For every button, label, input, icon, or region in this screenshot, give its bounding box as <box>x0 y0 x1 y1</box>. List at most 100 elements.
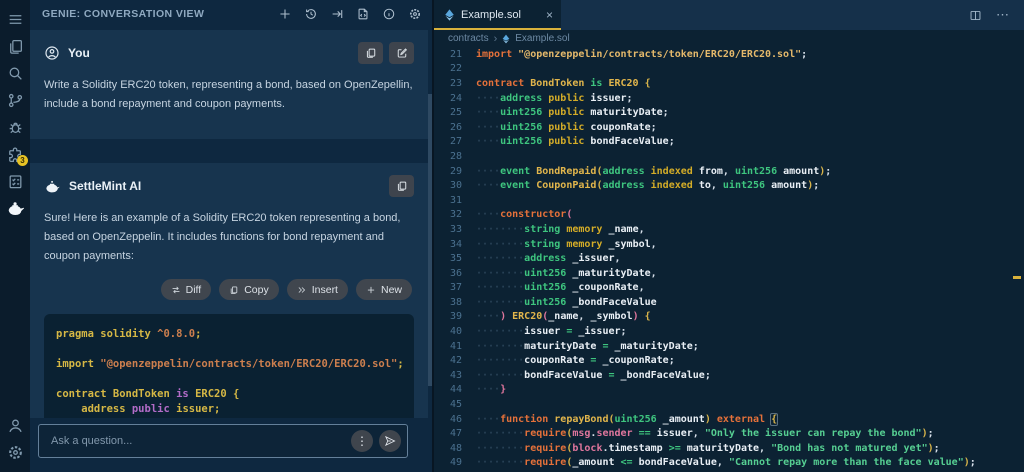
code-editor: Example.sol × ⋯ contracts › Example.sol … <box>432 0 1024 472</box>
editor-code-line: 42········couponRate = _couponRate; <box>434 353 1024 368</box>
solidity-file-icon <box>502 34 510 44</box>
history-icon[interactable] <box>303 7 318 22</box>
editor-code-line: 24····address public issuer; <box>434 91 1024 106</box>
user-message-card: You Write a Solidity ERC20 token, repres… <box>30 30 428 139</box>
editor-tab-bar: Example.sol × ⋯ <box>434 0 1024 30</box>
activity-bar-bottom <box>0 412 30 466</box>
panel-header: GENIE: CONVERSATION VIEW <box>30 0 432 28</box>
editor-code-line: 26····uint256 public couponRate; <box>434 120 1024 135</box>
editor-code-line: 49········require(_amount <= bondFaceVal… <box>434 456 1024 471</box>
editor-code-line: 37········uint256 _couponRate, <box>434 281 1024 296</box>
question-input[interactable] <box>49 434 345 448</box>
editor-code-line: 41········maturityDate = _maturityDate; <box>434 339 1024 354</box>
editor-code-line: 31 <box>434 193 1024 208</box>
source-control-icon[interactable] <box>0 87 30 114</box>
panel-settings-icon[interactable] <box>407 7 422 22</box>
ai-message-card: SettleMint AI Sure! Here is an example o… <box>30 163 428 418</box>
ai-author-label: SettleMint AI <box>69 179 141 193</box>
checklist-icon[interactable] <box>0 168 30 195</box>
editor-actions: ⋯ <box>969 0 1024 30</box>
editor-code-line: 27····uint256 public bondFaceValue; <box>434 135 1024 150</box>
plus-icon <box>366 285 376 295</box>
user-message-actions <box>358 42 414 64</box>
tab-close-icon[interactable]: × <box>546 9 553 21</box>
editor-code-line: 46····function repayBond(uint256 _amount… <box>434 412 1024 427</box>
extensions-badge: 3 <box>17 155 28 166</box>
edit-message-icon[interactable] <box>389 42 414 64</box>
tab-example-sol[interactable]: Example.sol × <box>434 0 561 30</box>
settings-gear-icon[interactable] <box>0 439 30 466</box>
solidity-file-icon <box>444 9 455 21</box>
editor-code-line: 21import "@openzeppelin/contracts/token/… <box>434 47 1024 62</box>
chat-code-line: contract BondToken is ERC20 { <box>56 387 402 402</box>
chat-code-block[interactable]: pragma solidity ^0.8.0; import "@openzepp… <box>44 314 414 418</box>
ai-message-text: Sure! Here is an example of a Solidity E… <box>44 209 414 266</box>
editor-code-line: 43········bondFaceValue = _bondFaceValue… <box>434 368 1024 383</box>
activity-bar: 3 <box>0 0 30 472</box>
file-code-icon[interactable] <box>355 7 370 22</box>
insert-button[interactable]: Insert <box>287 279 348 300</box>
editor-code-line: 35········address _issuer, <box>434 251 1024 266</box>
panel-header-actions <box>277 7 422 22</box>
editor-code-line: 36········uint256 _maturityDate, <box>434 266 1024 281</box>
editor-code-area[interactable]: 21import "@openzeppelin/contracts/token/… <box>434 47 1024 472</box>
copy-icon <box>229 285 239 295</box>
editor-code-line: 34········string memory _symbol, <box>434 237 1024 252</box>
more-actions-icon[interactable]: ⋯ <box>996 7 1010 23</box>
user-message-text: Write a Solidity ERC20 token, representi… <box>44 76 414 114</box>
chevron-right-icon: › <box>494 33 498 45</box>
editor-code-line: 22 <box>434 62 1024 77</box>
editor-code-line: 44····} <box>434 383 1024 398</box>
user-author-label: You <box>68 46 90 60</box>
editor-code-line: 40········issuer = _issuer; <box>434 324 1024 339</box>
extensions-icon[interactable]: 3 <box>0 141 30 168</box>
genie-conversation-panel: GENIE: CONVERSATION VIEW You <box>30 0 432 472</box>
breadcrumb-file[interactable]: Example.sol <box>515 33 569 44</box>
menu-icon[interactable] <box>0 6 30 33</box>
explorer-files-icon[interactable] <box>0 33 30 60</box>
chat-code-line: uint256 public maturityDate; <box>56 417 402 418</box>
editor-code-line: 33········string memory _name, <box>434 222 1024 237</box>
debug-icon[interactable] <box>0 114 30 141</box>
split-editor-icon[interactable] <box>969 9 982 22</box>
overview-ruler-mark <box>1013 276 1021 279</box>
insert-icon <box>297 285 307 295</box>
user-avatar-icon <box>44 45 60 61</box>
send-icon[interactable] <box>379 430 401 452</box>
breadcrumb[interactable]: contracts › Example.sol <box>434 30 1024 47</box>
tab-label: Example.sol <box>461 9 521 21</box>
panel-title: GENIE: CONVERSATION VIEW <box>42 8 204 20</box>
export-icon[interactable] <box>329 7 344 22</box>
chat-input-row: ⋮ <box>30 418 432 472</box>
breadcrumb-folder[interactable]: contracts <box>448 33 489 44</box>
info-icon[interactable] <box>381 7 396 22</box>
conversation-messages: You Write a Solidity ERC20 token, repres… <box>30 28 432 418</box>
search-icon[interactable] <box>0 60 30 87</box>
copy-button[interactable]: Copy <box>219 279 279 300</box>
diff-button[interactable]: Diff <box>161 279 212 300</box>
editor-code-line: 39····) ERC20(_name, _symbol) { <box>434 310 1024 325</box>
ai-message-header: SettleMint AI <box>44 175 414 197</box>
user-message-header: You <box>44 42 414 64</box>
editor-code-line: 29····event BondRepaid(address indexed f… <box>434 164 1024 179</box>
new-button[interactable]: New <box>356 279 412 300</box>
editor-code-line: 23contract BondToken is ERC20 { <box>434 76 1024 91</box>
chat-code-line: address public issuer; <box>56 402 402 417</box>
code-action-buttons: Diff Copy Insert New <box>44 279 414 300</box>
copy-response-icon[interactable] <box>389 175 414 197</box>
editor-code-line: 32····constructor( <box>434 208 1024 223</box>
genie-lamp-icon[interactable] <box>0 195 30 222</box>
question-input-box: ⋮ <box>38 424 408 458</box>
account-icon[interactable] <box>0 412 30 439</box>
chat-code-line: pragma solidity ^0.8.0; <box>56 327 402 342</box>
editor-code-line: 30····event CouponPaid(address indexed t… <box>434 178 1024 193</box>
copy-message-icon[interactable] <box>358 42 383 64</box>
chat-code-line <box>56 372 402 387</box>
settlemint-lamp-icon <box>44 178 61 195</box>
more-options-icon[interactable]: ⋮ <box>351 430 373 452</box>
editor-code-line: 25····uint256 public maturityDate; <box>434 105 1024 120</box>
editor-code-line: 38········uint256 _bondFaceValue <box>434 295 1024 310</box>
new-chat-icon[interactable] <box>277 7 292 22</box>
chat-code-line: import "@openzeppelin/contracts/token/ER… <box>56 357 402 372</box>
editor-code-line: 47········require(msg.sender == issuer, … <box>434 426 1024 441</box>
